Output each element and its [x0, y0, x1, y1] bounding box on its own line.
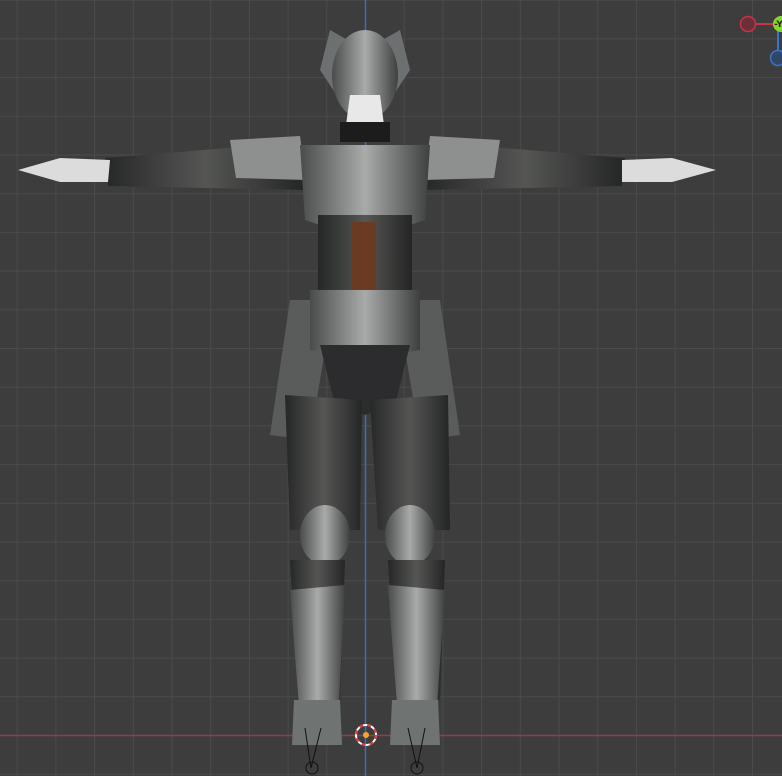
navigation-gizmo[interactable]: -Y	[0, 0, 782, 776]
3d-viewport[interactable]: -Y	[0, 0, 782, 776]
gizmo-y-label: -Y	[774, 20, 782, 30]
gizmo-x-negative-icon	[739, 15, 757, 33]
gizmo-z-negative-icon	[769, 49, 782, 67]
